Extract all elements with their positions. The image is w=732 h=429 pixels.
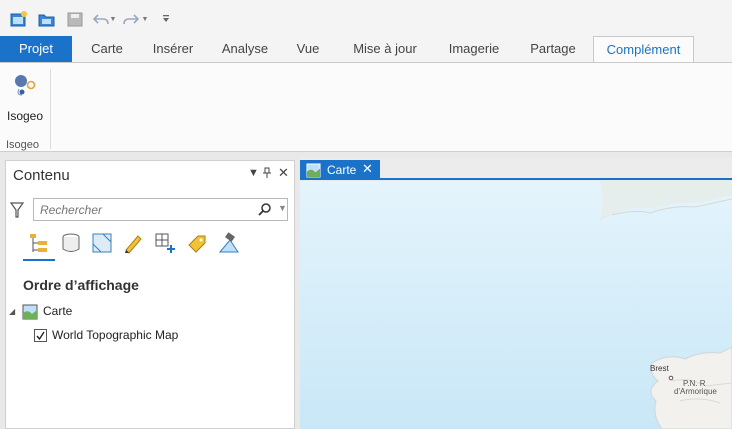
map-icon [306, 163, 321, 181]
layer-name[interactable]: World Topographic Map [52, 328, 178, 342]
ribbon-tabs: Projet Carte Insérer Analyse Vue Mise à … [0, 36, 732, 63]
list-by-drawing-order-icon[interactable] [27, 231, 51, 255]
search-box[interactable]: ▼ [33, 198, 288, 221]
map-view-tab[interactable]: Carte ✕ [300, 160, 380, 180]
list-by-data-source-icon[interactable] [59, 231, 83, 255]
new-project-icon[interactable] [10, 10, 28, 28]
tab-projet[interactable]: Projet [0, 36, 72, 62]
map-view-tabstrip: Carte ✕ [300, 158, 732, 180]
list-by-snapping-icon[interactable] [153, 231, 177, 255]
search-input[interactable] [40, 202, 250, 218]
map-view-tab-label: Carte [327, 163, 357, 177]
isogeo-icon [15, 75, 36, 96]
customize-qat-icon[interactable] [160, 10, 172, 28]
isogeo-button-label: Isogeo [6, 109, 44, 123]
search-dropdown-icon[interactable]: ▼ [278, 203, 287, 213]
open-project-icon[interactable] [38, 10, 56, 28]
basemap [300, 181, 732, 429]
isogeo-button[interactable]: Isogeo [4, 69, 46, 123]
undo-dropdown-icon[interactable]: ▼ [108, 10, 118, 28]
map-node-label[interactable]: Carte [43, 304, 72, 318]
close-pane-icon[interactable]: ✕ [278, 165, 289, 181]
pin-icon[interactable] [262, 167, 272, 182]
pane-options-icon[interactable]: ▼ [248, 167, 259, 179]
tab-vue[interactable]: Vue [285, 36, 331, 62]
close-tab-icon[interactable]: ✕ [362, 161, 373, 177]
tab-analyse[interactable]: Analyse [212, 36, 278, 62]
tab-complement[interactable]: Complément [593, 36, 694, 63]
map-icon [22, 304, 38, 323]
save-project-icon[interactable] [66, 10, 84, 28]
draw-order-heading: Ordre d’affichage [23, 277, 139, 293]
ribbon-panel: Isogeo Isogeo [0, 62, 732, 152]
ribbon-group-divider [50, 69, 51, 149]
ribbon-group-label: Isogeo [6, 139, 40, 151]
tab-imagerie[interactable]: Imagerie [436, 36, 512, 62]
tab-mise-a-jour[interactable]: Mise à jour [340, 36, 430, 62]
list-by-editing-icon[interactable] [121, 231, 145, 255]
active-tool-indicator [23, 259, 55, 261]
list-by-selection-icon[interactable] [90, 231, 114, 255]
redo-dropdown-icon[interactable]: ▼ [140, 10, 150, 28]
tab-partage[interactable]: Partage [518, 36, 588, 62]
tab-carte[interactable]: Carte [78, 36, 136, 62]
list-by-perspective-imagery-icon[interactable] [217, 231, 241, 255]
layer-visibility-checkbox[interactable] [34, 329, 47, 342]
tab-inserer[interactable]: Insérer [140, 36, 206, 62]
collapse-arrow-icon[interactable]: ◢ [9, 307, 15, 316]
contents-pane: Contenu ▼ ✕ ▼ Ordre d’affichage ◢ Carte [5, 160, 295, 429]
search-icon[interactable] [258, 202, 272, 219]
filter-icon[interactable] [9, 201, 25, 222]
city-label: Brest [650, 364, 669, 373]
quick-access-toolbar: ▼ ▼ [0, 0, 732, 36]
contents-title: Contenu [13, 167, 70, 184]
map-canvas[interactable]: Brest P.N. R d'Armorique [300, 181, 732, 429]
park-label-line2: d'Armorique [674, 387, 717, 396]
redo-icon[interactable] [122, 10, 140, 28]
list-by-labeling-icon[interactable] [185, 231, 209, 255]
